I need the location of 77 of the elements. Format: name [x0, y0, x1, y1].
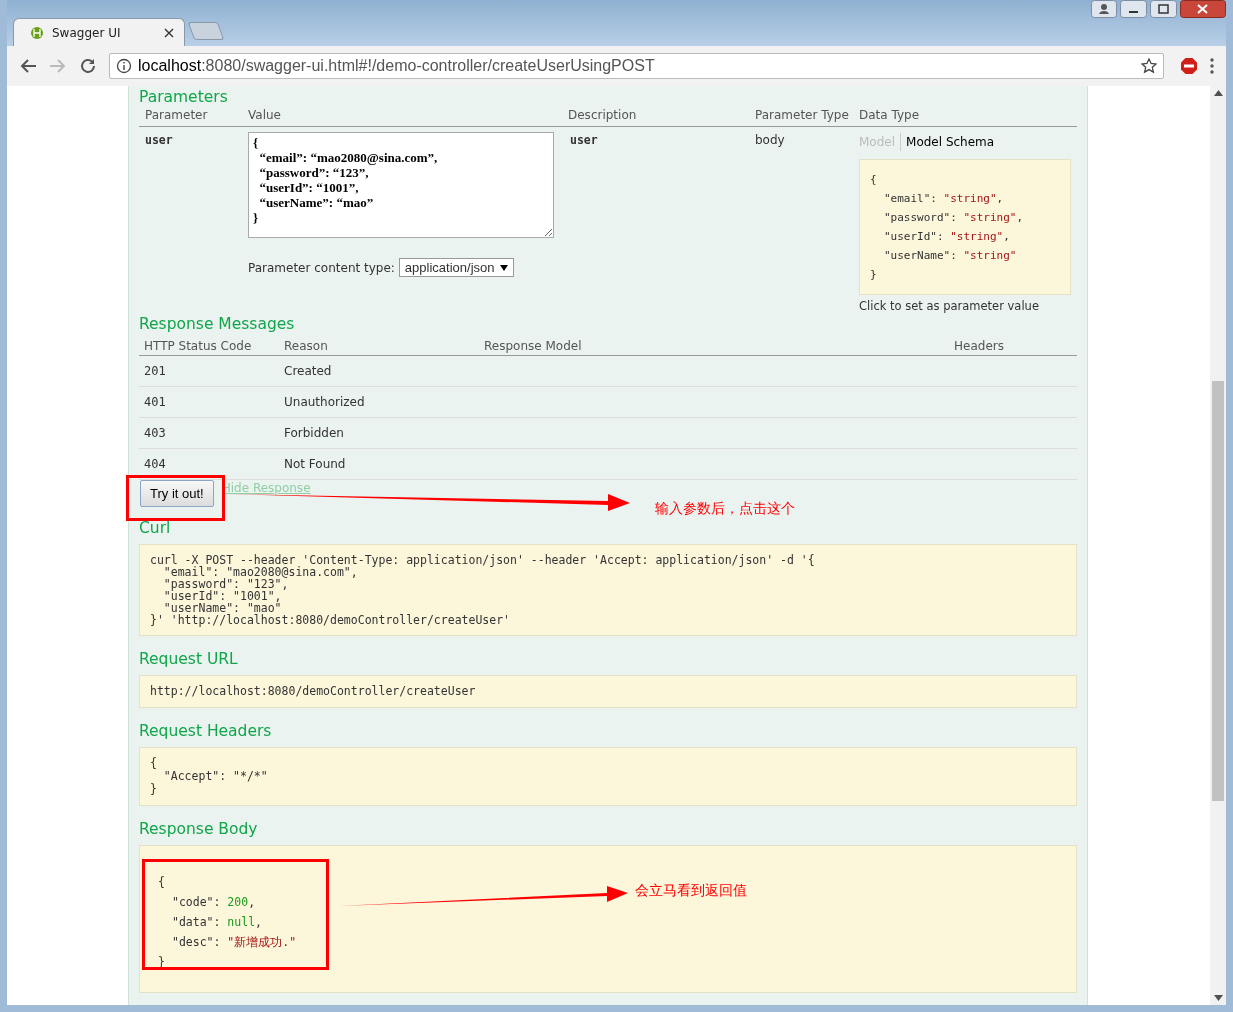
column-header: Description	[568, 108, 638, 122]
forward-arrow-icon	[49, 58, 67, 74]
status-code: 403	[144, 425, 167, 442]
parameter-description: user	[569, 132, 599, 147]
code-line: }	[870, 267, 878, 283]
code-line: {	[158, 874, 165, 891]
model-schema-box[interactable]: { "email": "string", "password": "string", "userId": "string", "userName": "string" }	[859, 159, 1071, 295]
down-arrow-icon	[1213, 995, 1223, 1001]
parameter-name: user	[145, 132, 174, 147]
code-line: "userId": "string",	[883, 229, 1011, 245]
try-it-out-button[interactable]: Try it out!	[140, 480, 214, 507]
code-line: "password": "string",	[883, 210, 1025, 226]
annotation-text: 输入参数后，点击这个	[655, 500, 795, 518]
menu-icon	[1210, 58, 1214, 74]
annotation-text: 会立马看到返回值	[635, 882, 747, 900]
code-line: "data": null,	[171, 914, 262, 931]
code-line: curl -X POST --header 'Content-Type: application/json' --header 'Accept: application/json' -d '{	[150, 554, 816, 566]
code-line: {	[870, 172, 878, 188]
code-line: "userId": "1001",	[162, 590, 282, 602]
status-code: 404	[144, 456, 167, 473]
column-header: Headers	[954, 338, 1005, 355]
scrollbar-thumb[interactable]	[1212, 381, 1224, 801]
status-reason: Forbidden	[284, 425, 345, 442]
code-line: }	[150, 783, 158, 796]
status-reason: Created	[284, 363, 333, 380]
section-heading: Curl	[139, 518, 171, 539]
minimize-icon	[1120, 0, 1147, 18]
column-header: HTTP Status Code	[144, 338, 253, 355]
maximize-icon	[1150, 0, 1177, 18]
info-icon	[116, 58, 132, 74]
star-icon	[1141, 58, 1157, 74]
address-bar[interactable]: localhost:8080/swagger-ui.html#!/demo-controller/createUserUsingPOST	[109, 53, 1164, 79]
close-icon	[1180, 0, 1226, 18]
code-line: "userName": "mao"	[162, 602, 282, 614]
code-line: "password": "123",	[162, 578, 289, 590]
code-line: "Accept": "*/*"	[162, 770, 269, 783]
json-input-field[interactable]: { “email”: “mao2080@sina.com”, “password”: “123”, “userId”: “1001”, “userName”: “mao” }	[248, 132, 554, 238]
section-heading: Response Messages	[139, 314, 295, 335]
column-header: Value	[248, 108, 282, 122]
column-header: Data Type	[859, 108, 921, 122]
status-reason: Unauthorized	[284, 394, 366, 411]
code-line: "userName": "string"	[883, 248, 1018, 264]
status-code: 201	[144, 363, 167, 380]
code-line: "code": 200,	[171, 894, 256, 911]
caret-icon	[500, 264, 509, 271]
model-tab[interactable]: Model Schema	[900, 133, 1000, 151]
column-header: Response Model	[484, 338, 583, 355]
reload-icon	[79, 57, 97, 75]
content-type-dropdown[interactable]: application/json	[398, 258, 515, 277]
user-icon	[1091, 0, 1117, 18]
url-text: localhost:8080/swagger-ui.html#!/demo-controller/createUserUsingPOST	[138, 57, 656, 75]
schema-hint: Click to set as parameter value	[859, 299, 1040, 313]
close-icon	[164, 27, 174, 38]
section-heading: Parameters	[139, 87, 228, 108]
content-type-label: Parameter content type:	[248, 260, 395, 275]
column-header: Parameter Type	[755, 108, 850, 122]
status-code: 401	[144, 394, 167, 411]
code-line: "desc": "新增成功."	[171, 934, 297, 951]
column-header: Parameter	[145, 108, 209, 122]
code-line: http://localhost:8080/demoController/createUser	[150, 685, 477, 698]
section-heading: Response Body	[139, 819, 258, 840]
stop-sign-icon	[1180, 57, 1198, 75]
back-arrow-icon	[19, 58, 37, 74]
scrollbar[interactable]	[1210, 86, 1226, 1005]
section-heading: Request URL	[139, 649, 238, 670]
code-line: {	[150, 757, 158, 770]
tab-title: Swagger UI	[52, 25, 122, 40]
section-heading: Request Headers	[139, 721, 272, 742]
code-line: "email": "string",	[883, 191, 1005, 207]
parameter-type: body	[755, 132, 786, 147]
code-line: "email": "mao2080@sina.com",	[162, 566, 358, 578]
status-reason: Not Found	[284, 456, 347, 473]
browser-tab[interactable]: Swagger UI	[13, 18, 185, 46]
column-header: Reason	[284, 338, 329, 355]
up-arrow-icon	[1213, 90, 1223, 96]
new-tab-button[interactable]	[187, 22, 225, 40]
code-line: }' 'http://localhost:8080/demoController/createUser'	[150, 614, 512, 626]
